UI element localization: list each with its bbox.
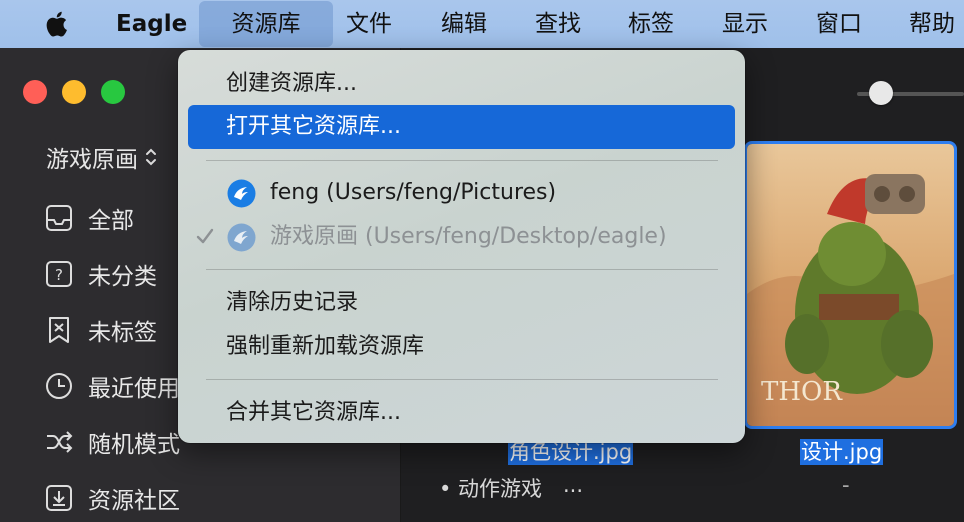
zoom-slider-knob[interactable]: [869, 81, 893, 105]
file-tag: • 动作游戏: [439, 477, 543, 501]
sidebar-item-all[interactable]: 全部: [44, 198, 134, 238]
minimize-window-button[interactable]: [62, 80, 86, 104]
menu-bar: Eagle 资源库 文件 编辑 查找 标签 显示 窗口 帮助: [0, 0, 964, 48]
inbox-icon: [46, 205, 72, 231]
checkmark-icon: [196, 228, 214, 244]
thumbnail-card[interactable]: THOR: [744, 141, 957, 429]
menu-item-library-current[interactable]: 游戏原画 (Users/feng/Desktop/eagle): [188, 215, 735, 259]
sidebar-item-label: 资源社区: [88, 488, 180, 514]
chevron-updown-icon: [146, 148, 156, 166]
menu-separator: [206, 379, 718, 380]
shuffle-icon: [47, 431, 73, 453]
menu-separator: [206, 160, 718, 161]
sidebar-item-uncategorized[interactable]: ? 未分类: [44, 254, 157, 294]
menu-tags[interactable]: 标签: [628, 0, 674, 48]
menu-item-clear-history[interactable]: 清除历史记录: [188, 281, 735, 325]
menu-view[interactable]: 显示: [722, 0, 768, 48]
menu-library[interactable]: 资源库: [199, 1, 333, 47]
menu-file[interactable]: 文件: [346, 0, 392, 48]
svg-text:?: ?: [55, 266, 63, 284]
menu-edit[interactable]: 编辑: [441, 0, 487, 48]
menu-item-force-reload[interactable]: 强制重新加载资源库: [188, 325, 735, 369]
file-name[interactable]: 设计.jpg: [800, 439, 884, 465]
menu-find[interactable]: 查找: [535, 0, 581, 48]
download-box-icon: [46, 485, 72, 511]
eagle-library-icon: [227, 179, 256, 208]
question-box-icon: ?: [46, 261, 72, 287]
menu-item-create-library[interactable]: 创建资源库...: [188, 62, 735, 106]
menu-item-library-feng[interactable]: feng (Users/feng/Pictures): [188, 171, 735, 215]
menu-item-merge-library[interactable]: 合并其它资源库...: [188, 391, 735, 435]
sidebar-item-recent[interactable]: 最近使用: [44, 366, 180, 406]
sidebar-item-untagged[interactable]: 未标签: [44, 310, 157, 350]
menu-window[interactable]: 窗口: [816, 0, 862, 48]
zoom-window-button[interactable]: [101, 80, 125, 104]
sidebar-item-label: 未分类: [88, 264, 157, 290]
sidebar-item-random[interactable]: 随机模式: [44, 422, 180, 462]
screen: Eagle 资源库 文件 编辑 查找 标签 显示 窗口 帮助 游戏原画 全部 ?…: [0, 0, 964, 522]
library-name: 游戏原画: [46, 147, 138, 173]
sidebar-item-label: 全部: [88, 208, 134, 234]
apple-icon[interactable]: [44, 9, 72, 39]
menu-app-name[interactable]: Eagle: [116, 0, 187, 48]
file-more: ...: [563, 473, 584, 497]
menu-help[interactable]: 帮助: [909, 0, 955, 48]
sidebar-item-community[interactable]: 资源社区: [44, 478, 180, 518]
sidebar-item-label: 未标签: [88, 320, 157, 346]
thumbnail-image: THOR: [747, 144, 954, 426]
sidebar-item-label: 随机模式: [88, 432, 180, 458]
clock-icon: [46, 373, 72, 399]
thumbnail-text: THOR: [761, 377, 843, 407]
eagle-library-icon: [227, 223, 256, 252]
library-menu: 创建资源库... 打开其它资源库... feng (Users/feng/Pic…: [178, 50, 745, 443]
sidebar-item-label: 最近使用: [88, 376, 180, 402]
menu-separator: [206, 269, 718, 270]
file-tag: -: [842, 473, 850, 497]
menu-item-open-other-library[interactable]: 打开其它资源库...: [188, 105, 735, 149]
library-switcher[interactable]: 游戏原画: [46, 140, 158, 174]
close-window-button[interactable]: [23, 80, 47, 104]
untagged-icon: [49, 317, 69, 343]
